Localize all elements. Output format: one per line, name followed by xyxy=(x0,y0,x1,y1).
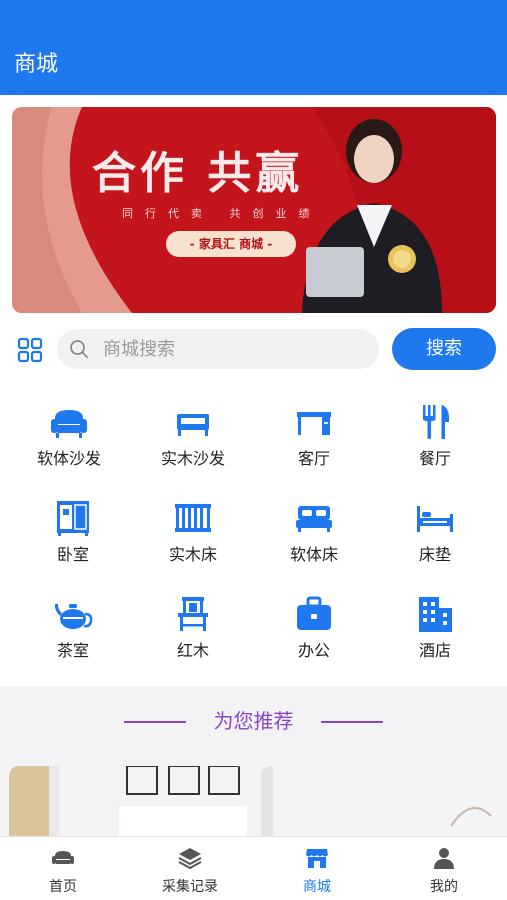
category-item[interactable]: 软体沙发 xyxy=(19,396,119,476)
category-label: 餐厅 xyxy=(418,449,451,468)
tab-label: 我的 xyxy=(430,879,458,895)
search-button[interactable]: 搜索 xyxy=(392,328,496,370)
category-item[interactable]: 实木床 xyxy=(143,492,243,572)
banner-tagline: 同行代卖 共创业绩 xyxy=(122,207,322,220)
teapot-icon xyxy=(54,604,93,629)
tab-store[interactable]: 商城 xyxy=(254,837,380,900)
category-label: 软体床 xyxy=(289,545,338,564)
search-box[interactable] xyxy=(57,329,379,369)
tab-records[interactable]: 采集记录 xyxy=(127,837,253,900)
product-image xyxy=(261,766,499,836)
category-item[interactable]: 茶室 xyxy=(23,588,123,668)
category-item[interactable]: 卧室 xyxy=(23,492,123,572)
bedroom-icon xyxy=(57,501,89,536)
category-item[interactable]: 软体床 xyxy=(264,492,364,572)
tab-home[interactable]: 首页 xyxy=(0,837,126,900)
product-card[interactable] xyxy=(261,766,499,836)
wood-sofa-icon xyxy=(177,414,209,436)
tab-profile[interactable]: 我的 xyxy=(381,837,507,900)
product-card[interactable] xyxy=(9,766,247,836)
mattress-icon xyxy=(417,506,453,532)
category-label: 茶室 xyxy=(56,641,89,660)
category-label: 酒店 xyxy=(418,641,451,660)
promo-banner[interactable]: 合作 共赢 同行代卖 共创业绩 - 家具汇 商城 - xyxy=(12,107,496,313)
tab-label: 采集记录 xyxy=(162,879,218,895)
rosewood-chair-icon xyxy=(178,597,208,631)
hotel-icon xyxy=(419,597,452,632)
category-grid: 软体沙发 实木沙发 客厅 餐厅 卧室 实木床 软体床 床垫 茶室 红木 办公 酒… xyxy=(0,390,507,680)
category-item[interactable]: 酒店 xyxy=(385,588,485,668)
category-label: 卧室 xyxy=(56,545,89,564)
category-label: 床垫 xyxy=(418,545,451,564)
category-item[interactable]: 餐厅 xyxy=(385,396,485,476)
wood-bed-icon xyxy=(175,504,211,532)
app-header: 商城 xyxy=(0,0,507,95)
banner-pill: - 家具汇 商城 - xyxy=(166,231,296,257)
category-item[interactable]: 客厅 xyxy=(264,396,364,476)
soft-bed-icon xyxy=(296,506,332,532)
living-room-icon xyxy=(297,412,331,435)
home-sofa-icon xyxy=(52,851,74,864)
search-row: 搜索 xyxy=(0,328,507,370)
briefcase-icon xyxy=(297,596,331,630)
category-label: 软体沙发 xyxy=(36,449,101,468)
category-item[interactable]: 实木沙发 xyxy=(143,396,243,476)
recommend-title: 为您推荐 xyxy=(213,709,294,733)
divider-right xyxy=(321,721,383,723)
bottom-tab-bar: 首页 采集记录 商城 我的 xyxy=(0,836,507,900)
layers-icon xyxy=(178,848,202,870)
tab-label: 首页 xyxy=(49,879,77,895)
search-icon xyxy=(70,340,88,358)
search-input[interactable] xyxy=(103,329,363,369)
dining-icon xyxy=(423,405,450,439)
grid-menu-icon[interactable] xyxy=(17,337,43,363)
category-label: 实木沙发 xyxy=(160,449,225,468)
person-icon xyxy=(434,848,454,869)
category-item[interactable]: 床垫 xyxy=(385,492,485,572)
store-icon xyxy=(306,849,328,868)
page-title: 商城 xyxy=(14,52,59,77)
tab-label: 商城 xyxy=(303,879,331,895)
sofa-icon xyxy=(51,410,87,438)
recommend-section: 为您推荐 xyxy=(0,686,507,836)
category-label: 客厅 xyxy=(297,449,330,468)
category-label: 办公 xyxy=(297,641,330,660)
banner-headline: 合作 共赢 xyxy=(92,148,304,199)
category-label: 红木 xyxy=(176,641,209,660)
category-label: 实木床 xyxy=(168,545,217,564)
category-item[interactable]: 办公 xyxy=(264,588,364,668)
product-image xyxy=(9,766,247,836)
category-item[interactable]: 红木 xyxy=(143,588,243,668)
